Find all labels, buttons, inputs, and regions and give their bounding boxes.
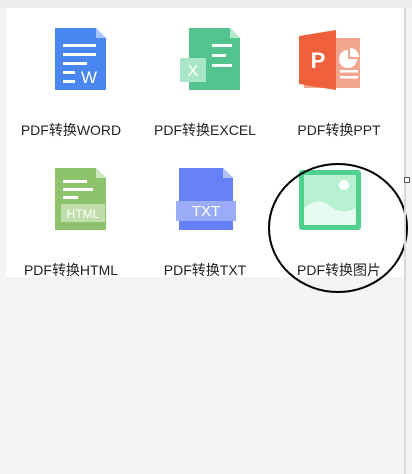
resize-handle[interactable]: [404, 177, 410, 183]
highlight-circle: [268, 163, 408, 293]
window-edge: [404, 8, 406, 474]
